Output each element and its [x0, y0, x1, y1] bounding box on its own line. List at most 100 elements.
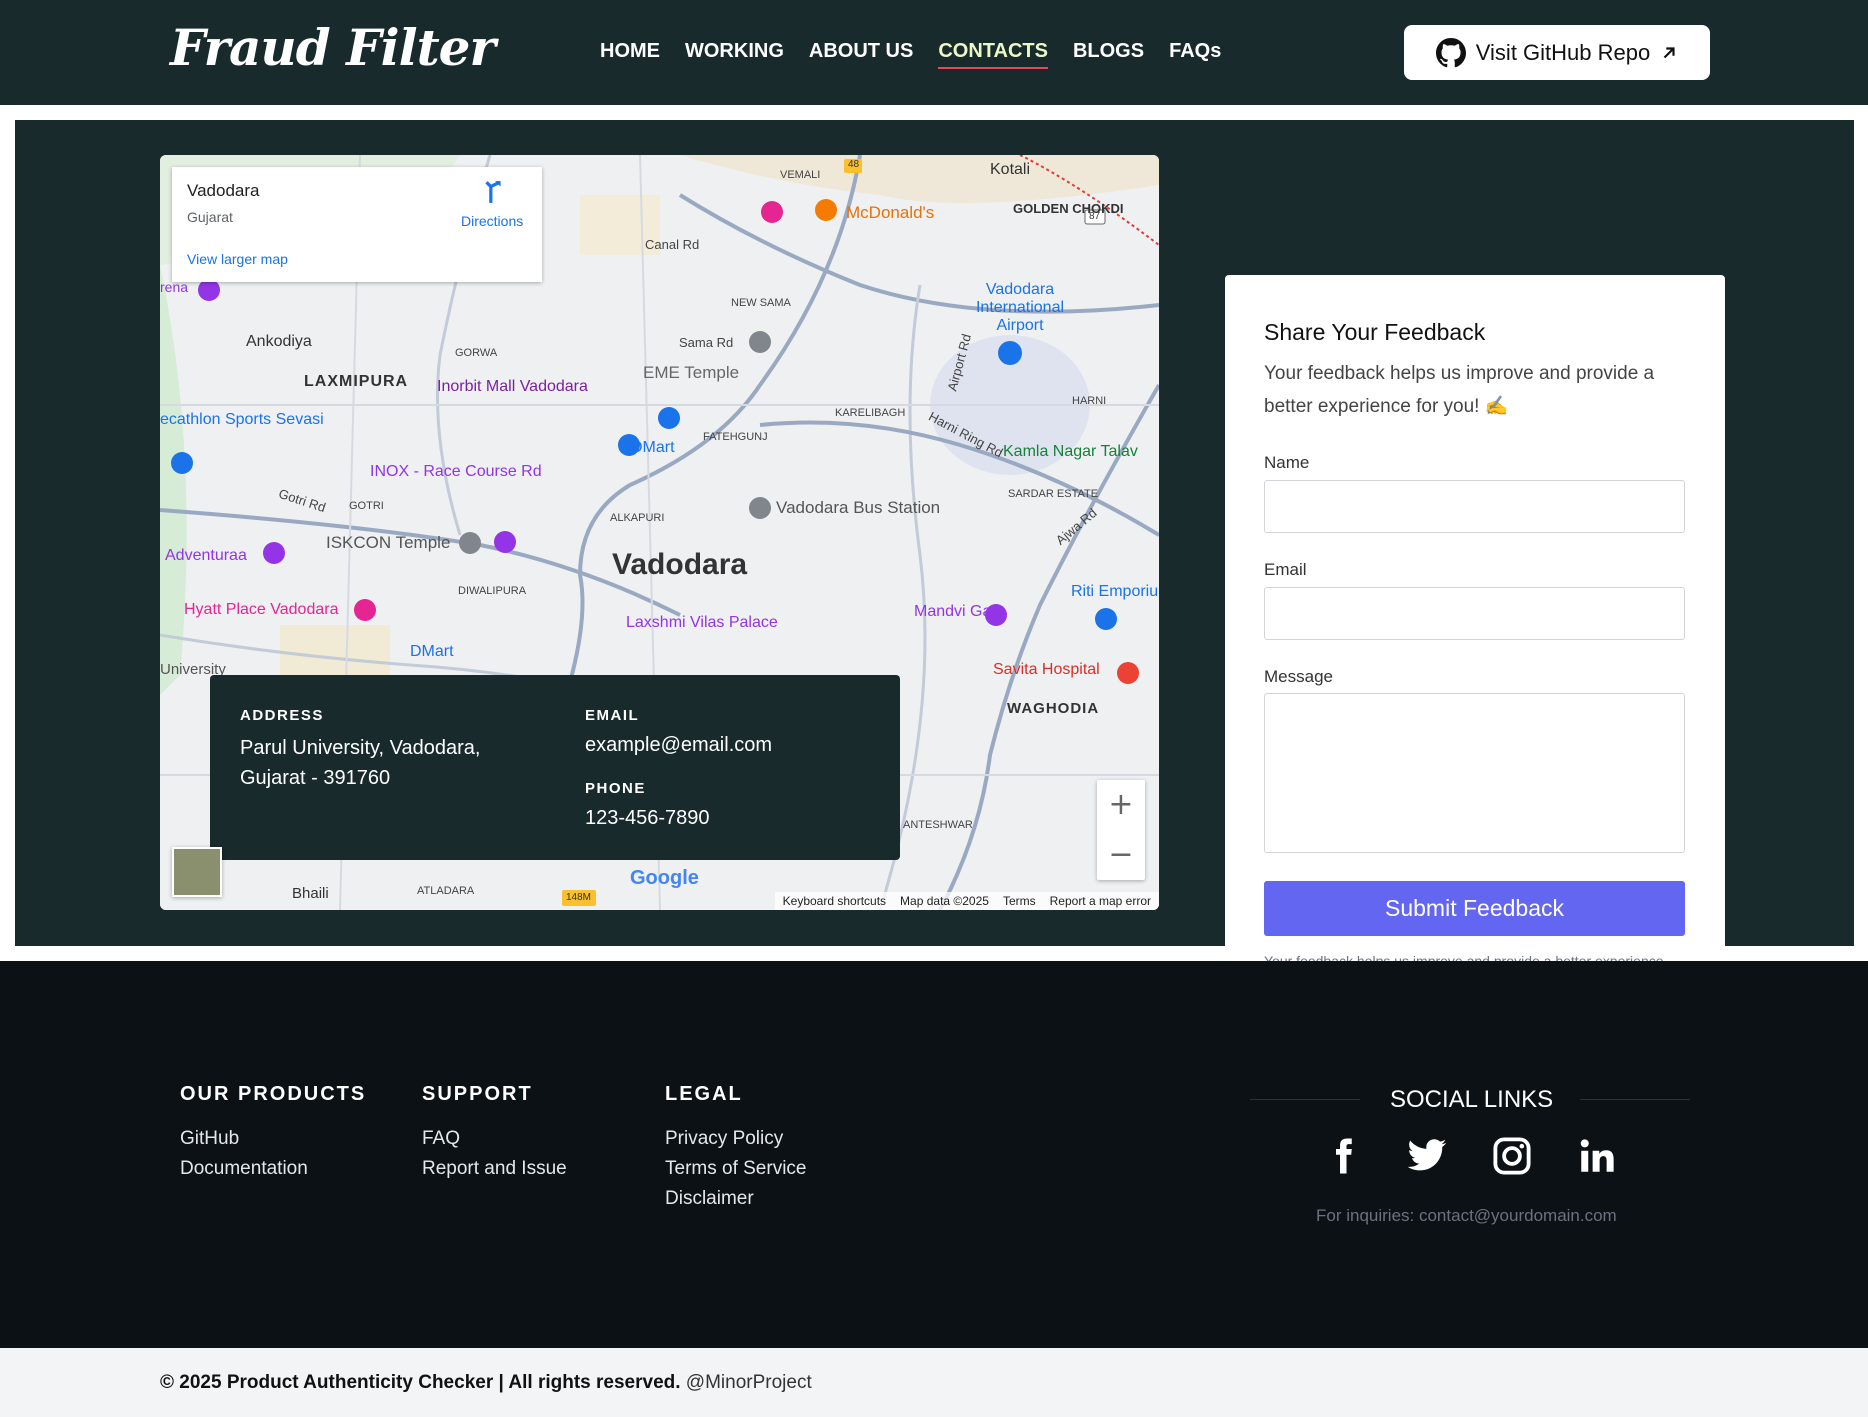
map-label-karelibagh: KARELIBAGH: [835, 407, 906, 419]
nav-contacts[interactable]: CONTACTS: [938, 40, 1048, 69]
address-line-2: Gujarat - 391760: [240, 767, 391, 789]
map-label-waghodia: WAGHODIA: [1007, 700, 1100, 717]
map-label-inorbit: Inorbit Mall Vadodara: [437, 378, 588, 395]
map-label-new-sama: NEW SAMA: [731, 297, 791, 309]
map-label-sardar-estate: SARDAR ESTATE: [1008, 488, 1099, 500]
site-logo[interactable]: Fraud Filter: [170, 18, 496, 77]
map-label-dmart-2: DMart: [410, 643, 454, 660]
nav-faqs[interactable]: FAQs: [1169, 40, 1221, 69]
map-place-name: Vadodara: [187, 181, 260, 200]
map-label-canal-rd: Canal Rd: [645, 237, 700, 252]
phone-value[interactable]: 123-456-7890: [585, 803, 710, 833]
map-label-ankodiya: Ankodiya: [246, 333, 312, 350]
map-label-mandvi-gate: Mandvi Gate: [914, 603, 1005, 620]
twitter-icon[interactable]: [1406, 1135, 1448, 1177]
footer-products: OUR PRODUCTS GitHub Documentation: [180, 1083, 366, 1184]
feedback-subtitle: Your feedback helps us improve and provi…: [1264, 363, 1655, 417]
map-label-bus-station: Vadodara Bus Station: [776, 498, 941, 517]
map-label-center-city: Vadodara: [612, 548, 748, 581]
map-terms-link[interactable]: Terms: [1003, 894, 1036, 908]
map-label-riti: Riti Emporiu: [1071, 583, 1159, 600]
map-label-atladara: ATLADARA: [417, 885, 475, 897]
address-label: ADDRESS: [240, 707, 324, 724]
inquiry-text: For inquiries: contact@yourdomain.com: [1316, 1206, 1617, 1225]
nav-blogs[interactable]: BLOGS: [1073, 40, 1144, 69]
map-label-dmart-1: DMart: [631, 439, 675, 456]
footer-link-faq[interactable]: FAQ: [422, 1124, 567, 1154]
footer-link-disclaimer[interactable]: Disclaimer: [665, 1184, 806, 1214]
map-label-harni: HARNI: [1072, 395, 1107, 407]
map-label-vemali: VEMALI: [780, 169, 821, 181]
social-divider-left: [1250, 1099, 1360, 1100]
email-label: EMAIL: [585, 707, 640, 724]
copyright-handle[interactable]: @MinorProject: [686, 1372, 812, 1393]
navbar: Fraud Filter HOME WORKING ABOUT US CONTA…: [0, 0, 1868, 105]
map-label-iskcon: ISKCON Temple: [326, 533, 451, 552]
name-label: Name: [1264, 453, 1310, 472]
map-data-text: Map data ©2025: [900, 894, 989, 908]
zoom-controls: + −: [1097, 780, 1145, 880]
email-field-label: Email: [1264, 560, 1307, 579]
shield-nh48: 48: [848, 159, 860, 170]
map-label-eme-temple: EME Temple: [643, 363, 740, 382]
report-map-error-link[interactable]: Report a map error: [1050, 894, 1151, 908]
nav-home[interactable]: HOME: [600, 40, 660, 69]
message-label: Message: [1264, 667, 1333, 686]
message-textarea[interactable]: [1264, 693, 1685, 853]
map-label-fatehgunj: FATEHGUNJ: [703, 431, 768, 443]
site-footer: OUR PRODUCTS GitHub Documentation SUPPOR…: [0, 961, 1868, 1348]
email-input[interactable]: [1264, 587, 1685, 640]
name-input[interactable]: [1264, 480, 1685, 533]
zoom-out-button[interactable]: −: [1097, 830, 1145, 880]
shield-sh87: 87: [1089, 211, 1101, 222]
map-label-ganteshwar: ANTESHWAR: [903, 819, 973, 831]
phone-label: PHONE: [585, 780, 646, 797]
nav-working[interactable]: WORKING: [685, 40, 784, 69]
map-label-kamla-nagar: Kamla Nagar Talav: [1003, 443, 1138, 460]
footer-legal: LEGAL Privacy Policy Terms of Service Di…: [665, 1083, 806, 1214]
footer-link-privacy[interactable]: Privacy Policy: [665, 1124, 806, 1154]
instagram-icon[interactable]: [1491, 1135, 1533, 1177]
map-place-region: Gujarat: [187, 209, 233, 225]
view-larger-map-link[interactable]: View larger map: [187, 251, 288, 267]
footer-link-documentation[interactable]: Documentation: [180, 1154, 366, 1184]
github-repo-button[interactable]: Visit GitHub Repo: [1404, 25, 1710, 80]
address-line-1: Parul University, Vadodara,: [240, 737, 481, 759]
email-value[interactable]: example@email.com: [585, 730, 772, 760]
nav-links: HOME WORKING ABOUT US CONTACTS BLOGS FAQ…: [600, 40, 1221, 69]
map-attribution: Keyboard shortcuts Map data ©2025 Terms …: [774, 892, 1159, 910]
map-label-golden-chokdi: GOLDEN CHOKDI: [1013, 201, 1124, 216]
directions-link[interactable]: Directions: [461, 213, 523, 229]
directions-icon[interactable]: [480, 179, 506, 205]
copyright-bar: © 2025 Product Authenticity Checker | Al…: [0, 1348, 1868, 1417]
submit-feedback-button[interactable]: Submit Feedback: [1264, 881, 1685, 936]
facebook-icon[interactable]: [1322, 1135, 1364, 1177]
copyright-statement: © 2025 Product Authenticity Checker | Al…: [160, 1372, 681, 1393]
github-button-label: Visit GitHub Repo: [1475, 39, 1651, 65]
map-label-laxmi-vilas: Laxshmi Vilas Palace: [626, 614, 778, 631]
footer-support: SUPPORT FAQ Report and Issue: [422, 1083, 567, 1184]
map-label-alkapuri: ALKAPURI: [610, 512, 665, 524]
social-divider-right: [1580, 1099, 1690, 1100]
satellite-toggle[interactable]: [172, 847, 222, 897]
map-label-bhaili: Bhaili: [292, 885, 329, 902]
map-label-savita: Savita Hospital: [993, 661, 1100, 678]
footer-link-report-issue[interactable]: Report and Issue: [422, 1154, 567, 1184]
keyboard-shortcuts-link[interactable]: Keyboard shortcuts: [783, 894, 886, 908]
linkedin-icon[interactable]: [1576, 1135, 1618, 1177]
contact-section: Kotali GOLDEN CHOKDI McDonald's Canal Rd…: [15, 120, 1854, 1030]
embedded-map[interactable]: Kotali GOLDEN CHOKDI McDonald's Canal Rd…: [160, 155, 1159, 910]
github-icon: [1435, 37, 1466, 67]
footer-link-github[interactable]: GitHub: [180, 1124, 366, 1154]
map-label-sama-rd: Sama Rd: [679, 335, 734, 350]
map-label-mcdonalds: McDonald's: [846, 203, 935, 222]
map-label-hyatt: Hyatt Place Vadodara: [184, 601, 339, 618]
zoom-in-button[interactable]: +: [1097, 780, 1145, 830]
map-label-airport: Vadodara International Airport: [975, 281, 1065, 334]
support-heading: SUPPORT: [422, 1083, 533, 1105]
nav-about-us[interactable]: ABOUT US: [809, 40, 913, 69]
map-label-diwalipura: DIWALIPURA: [458, 585, 527, 597]
map-label-laxmipura: LAXMIPURA: [304, 373, 409, 390]
social-links-heading: SOCIAL LINKS: [1390, 1086, 1554, 1113]
footer-link-terms[interactable]: Terms of Service: [665, 1154, 806, 1184]
